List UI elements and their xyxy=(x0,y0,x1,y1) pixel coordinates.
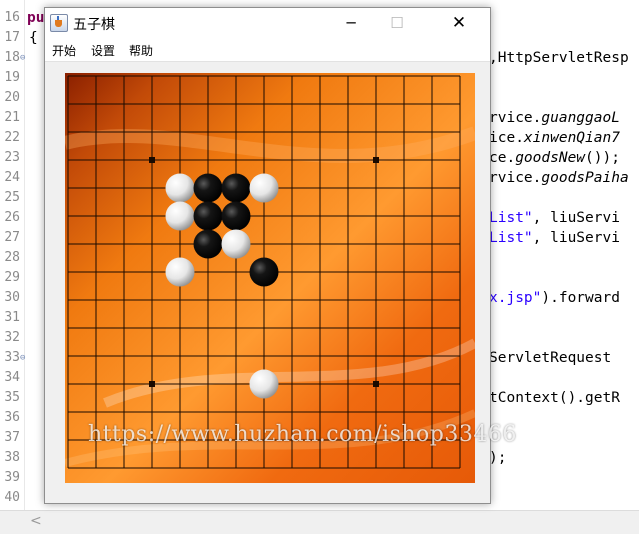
black-stone xyxy=(193,229,223,259)
line-number: 16 xyxy=(4,10,20,25)
black-stone xyxy=(193,201,223,231)
menu-start[interactable]: 开始 xyxy=(52,42,76,59)
maximize-button[interactable]: ☐ xyxy=(374,8,420,38)
white-stone xyxy=(165,257,195,287)
white-stone xyxy=(165,173,195,203)
line-number: 36 xyxy=(4,410,20,425)
line-number: 21 xyxy=(4,110,20,125)
code-fragment: ,HttpServletResp xyxy=(489,50,629,66)
black-stone xyxy=(193,173,223,203)
white-stone xyxy=(221,229,251,259)
white-stone xyxy=(249,173,279,203)
line-number: 17 xyxy=(4,30,20,45)
line-number: 39 xyxy=(4,470,20,485)
code-fragment: tContext().getR xyxy=(489,390,620,406)
menu-help[interactable]: 帮助 xyxy=(129,42,153,59)
line-number: 31 xyxy=(4,310,20,325)
code-fragment: List", liuServi xyxy=(489,210,620,226)
line-number: 23 xyxy=(4,150,20,165)
window-title: 五子棋 xyxy=(73,17,115,33)
line-number: 28 xyxy=(4,250,20,265)
line-number: 29 xyxy=(4,270,20,285)
line-number: 35 xyxy=(4,390,20,405)
java-app-icon xyxy=(50,14,68,32)
close-button[interactable]: ✕ xyxy=(436,8,482,38)
line-number: 32 xyxy=(4,330,20,345)
code-fragment: rvice.guanggaoL xyxy=(489,110,620,126)
fold-icon[interactable]: ⊖ xyxy=(20,348,25,368)
code-fragment: ); xyxy=(489,450,507,466)
line-number: 34 xyxy=(4,370,20,385)
code-fragment: ServletRequest xyxy=(489,350,612,366)
line-number: 40 xyxy=(4,490,20,505)
code-fragment: List", liuServi xyxy=(489,230,620,246)
line-number: 30 xyxy=(4,290,20,305)
menu-settings[interactable]: 设置 xyxy=(91,42,115,59)
minimize-button[interactable]: ─ xyxy=(328,8,374,38)
star-point xyxy=(149,381,155,387)
code-fragment: { xyxy=(29,30,38,46)
code-fragment: ice.xinwenQian7 xyxy=(489,130,620,146)
line-number: 20 xyxy=(4,90,20,105)
title-bar[interactable]: 五子棋 ─ ☐ ✕ xyxy=(45,8,490,38)
star-point xyxy=(373,157,379,163)
code-fragment: x.jsp").forward xyxy=(489,290,620,306)
white-stone xyxy=(249,369,279,399)
line-number: 19 xyxy=(4,70,20,85)
line-number: 33 xyxy=(4,350,20,365)
code-fragment: ce.goodsNew()); xyxy=(489,150,620,166)
line-number: 38 xyxy=(4,450,20,465)
code-fragment: rvice.goodsPaiha xyxy=(489,170,629,186)
line-number: 22 xyxy=(4,130,20,145)
star-point xyxy=(373,381,379,387)
line-number: 24 xyxy=(4,170,20,185)
line-number: 27 xyxy=(4,230,20,245)
black-stone xyxy=(249,257,279,287)
menu-bar: 开始 设置 帮助 xyxy=(45,38,490,62)
code-fragment: pu xyxy=(27,10,45,26)
horizontal-scrollbar[interactable]: < xyxy=(0,510,639,534)
white-stone xyxy=(165,201,195,231)
star-point xyxy=(149,157,155,163)
black-stone xyxy=(221,173,251,203)
line-number: 25 xyxy=(4,190,20,205)
line-number: 26 xyxy=(4,210,20,225)
line-number: 37 xyxy=(4,430,20,445)
black-stone xyxy=(221,201,251,231)
line-number-gutter: 16 17 18 ⊖ 19 20 21 22 23 24 25 26 27 28 29 30 31 32 33 ⊖ 34… xyxy=(0,0,25,510)
watermark-text: https://www.huzhan.com/ishop33466 xyxy=(88,422,517,447)
line-number: 18 xyxy=(4,50,20,65)
fold-icon[interactable]: ⊖ xyxy=(20,48,25,68)
scroll-left-icon[interactable]: < xyxy=(30,513,42,529)
